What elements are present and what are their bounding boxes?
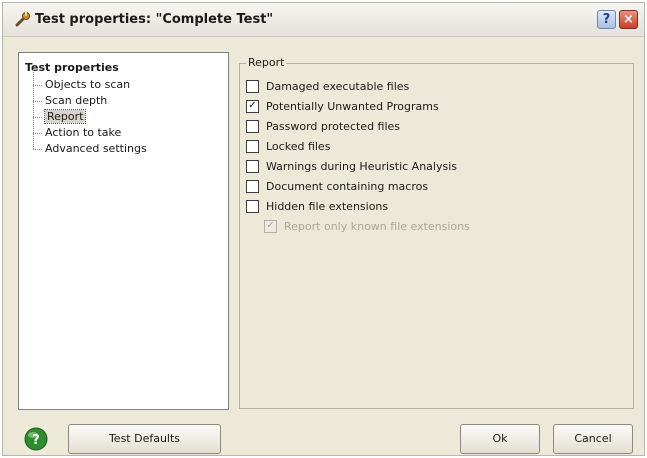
checkbox-checked[interactable]: ✓ — [246, 99, 259, 113]
group-label: Report — [246, 56, 287, 69]
option-damaged-executable-files[interactable]: Damaged executable files — [246, 76, 470, 96]
option-password-protected-files[interactable]: Password protected files — [246, 116, 470, 136]
option-locked-files[interactable]: Locked files — [246, 136, 470, 156]
option-heuristic-warnings[interactable]: Warnings during Heuristic Analysis — [246, 156, 470, 176]
checkbox[interactable] — [246, 79, 259, 93]
checkbox[interactable] — [246, 159, 259, 173]
dialog-title: Test properties: "Complete Test" — [35, 12, 274, 27]
tree-item-scan-depth[interactable]: Scan depth — [33, 85, 147, 109]
help-button[interactable]: ? — [597, 10, 616, 29]
tree-item-advanced-settings[interactable]: Advanced settings — [33, 133, 147, 157]
ok-button[interactable]: Ok — [460, 424, 540, 454]
close-button[interactable]: × — [619, 10, 638, 29]
tree-item-objects-to-scan[interactable]: Objects to scan — [33, 69, 147, 93]
svg-text:?: ? — [32, 433, 40, 448]
report-group: Report Damaged executable files ✓ Potent… — [239, 56, 634, 409]
tree-root[interactable]: Test properties — [25, 61, 119, 74]
option-hidden-file-extensions[interactable]: Hidden file extensions — [246, 196, 470, 216]
title-bar[interactable]: Test properties: "Complete Test" ? × — [3, 3, 644, 37]
tree-item-action-to-take[interactable]: Action to take — [33, 117, 147, 141]
checkbox[interactable] — [246, 119, 259, 133]
option-known-file-extensions: ✓ Report only known file extensions — [264, 216, 470, 236]
tree-item-report[interactable]: Report — [33, 101, 147, 125]
checkbox-checked-disabled: ✓ — [264, 219, 277, 233]
checkbox[interactable] — [246, 179, 259, 193]
option-potentially-unwanted-programs[interactable]: ✓ Potentially Unwanted Programs — [246, 96, 470, 116]
checkbox[interactable] — [246, 199, 259, 213]
wrench-icon — [15, 12, 30, 27]
option-document-containing-macros[interactable]: Document containing macros — [246, 176, 470, 196]
help-globe-icon[interactable]: ? — [23, 426, 49, 452]
cancel-button[interactable]: Cancel — [553, 424, 633, 454]
settings-tree: Test properties Objects to scan Scan dep… — [18, 52, 229, 410]
test-defaults-button[interactable]: Test Defaults — [68, 424, 221, 454]
dialog-window: Test properties: "Complete Test" ? × Tes… — [2, 2, 645, 456]
checkbox[interactable] — [246, 139, 259, 153]
